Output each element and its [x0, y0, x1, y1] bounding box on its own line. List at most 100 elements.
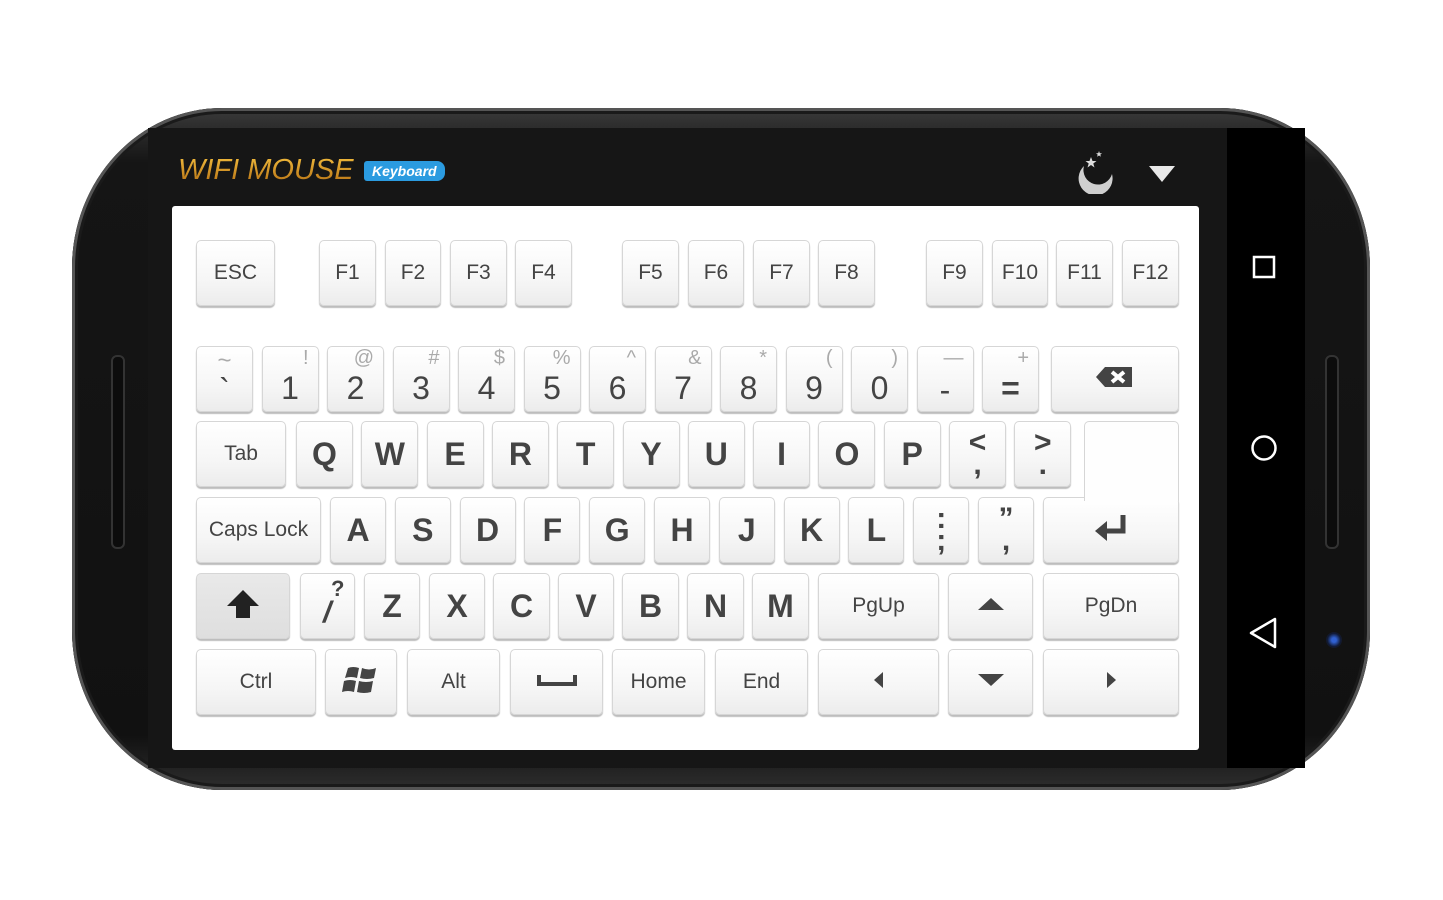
key-number_row-11[interactable]: — - [916, 346, 974, 412]
key-f8[interactable]: F8 [818, 240, 875, 306]
key-backspace[interactable] [1051, 346, 1179, 412]
key-main-label: , [973, 448, 982, 481]
key-f5[interactable]: F5 [622, 240, 679, 306]
key-3[interactable]: #3 [392, 346, 450, 412]
key-j[interactable]: J [718, 497, 775, 563]
key-d[interactable]: D [459, 497, 516, 563]
key-home_row-10[interactable]: :; [913, 497, 970, 563]
key-2[interactable]: @2 [327, 346, 384, 412]
key-a[interactable]: A [330, 497, 386, 563]
key-tab[interactable]: Tab [196, 421, 286, 487]
key-f6[interactable]: F6 [688, 240, 744, 306]
key-arrow-down[interactable] [948, 649, 1033, 715]
enter-icon [1093, 513, 1129, 548]
key-w[interactable]: W [361, 421, 419, 487]
key-main-label: 4 [477, 370, 496, 406]
key-i[interactable]: I [753, 421, 811, 487]
key-main-label: 2 [346, 370, 365, 406]
key-label: M [767, 587, 794, 624]
key-b[interactable]: B [622, 573, 679, 639]
key-s[interactable]: S [394, 497, 451, 563]
key-0[interactable]: ) 0 [851, 346, 908, 412]
dropdown-menu-triangle-icon[interactable] [1148, 164, 1176, 184]
key-label: Alt [441, 670, 466, 693]
key-label: Caps Lock [208, 518, 309, 541]
key-m[interactable]: M [752, 573, 809, 639]
key-g[interactable]: G [589, 497, 646, 563]
key-arrow-right[interactable] [1043, 649, 1179, 715]
key-label: G [604, 511, 630, 548]
key-l[interactable]: L [848, 497, 905, 563]
key-windows[interactable] [325, 649, 397, 715]
key-h[interactable]: H [654, 497, 710, 563]
key-f11[interactable]: F11 [1056, 240, 1113, 306]
key-7[interactable]: & 7 [654, 346, 712, 412]
recent-apps-square-icon[interactable] [1247, 250, 1281, 284]
key-home[interactable]: Home [612, 649, 705, 715]
key-q[interactable]: Q [296, 421, 353, 487]
key-8[interactable]: * 8 [720, 346, 777, 412]
key-6[interactable]: ^ 6 [589, 346, 646, 412]
key-9[interactable]: (9 [785, 346, 843, 412]
key-v[interactable]: V [558, 573, 614, 639]
key-c[interactable]: C [493, 573, 550, 639]
key-z[interactable]: Z [364, 573, 420, 639]
key-y[interactable]: Y [622, 421, 680, 487]
key-n[interactable]: N [687, 573, 744, 639]
key-label: P [901, 435, 923, 472]
key-enter[interactable] [1043, 497, 1179, 563]
key-number_row-12[interactable]: + = [982, 346, 1039, 412]
windows-icon [342, 664, 380, 701]
key-caps-lock[interactable]: Caps Lock [196, 497, 321, 563]
key-e[interactable]: E [426, 421, 484, 487]
key-f[interactable]: F [524, 497, 581, 563]
key-f2[interactable]: F2 [385, 240, 441, 306]
key-home_row-11[interactable]: ”, [978, 497, 1034, 563]
key-shift_row-1[interactable]: /? [300, 573, 355, 639]
key-main-label: 9 [805, 370, 823, 406]
key-f9[interactable]: F9 [926, 240, 983, 306]
key-p[interactable]: P [883, 421, 941, 487]
key-t[interactable]: T [557, 421, 615, 487]
key-arrow-left[interactable] [818, 649, 939, 715]
key-label: D [476, 511, 500, 548]
key-label: F4 [531, 261, 556, 284]
home-circle-icon[interactable] [1247, 431, 1281, 465]
key-ctrl[interactable]: Ctrl [196, 649, 316, 715]
keyboard-badge: Keyboard [364, 161, 445, 181]
key-f3[interactable]: F3 [450, 240, 507, 306]
key-enter-upper[interactable] [1084, 421, 1179, 501]
key-pgup[interactable]: PgUp [818, 573, 939, 639]
key-label: Home [630, 670, 687, 693]
key-f1[interactable]: F1 [319, 240, 376, 306]
key-number_row-0[interactable]: ~ ` [196, 346, 253, 412]
key-label: C [509, 587, 534, 624]
key-o[interactable]: O [818, 421, 876, 487]
key-end[interactable]: End [715, 649, 808, 715]
key-main-label: - [939, 372, 951, 408]
key-main-label: 7 [674, 370, 692, 406]
night-mode-moon-icon[interactable] [1072, 148, 1118, 194]
key-space[interactable] [510, 649, 603, 715]
key-f7[interactable]: F7 [753, 240, 810, 306]
key-u[interactable]: U [687, 421, 745, 487]
back-triangle-icon[interactable] [1247, 616, 1281, 650]
key-arrow-up[interactable] [948, 573, 1033, 639]
key-x[interactable]: X [429, 573, 485, 639]
key-shift-label: ! [302, 347, 309, 369]
key-1[interactable]: ! 1 [261, 346, 319, 412]
key-f12[interactable]: F12 [1122, 240, 1179, 306]
key-esc[interactable]: ESC [196, 240, 275, 306]
key-5[interactable]: % 5 [523, 346, 581, 412]
key-f10[interactable]: F10 [992, 240, 1048, 306]
key-k[interactable]: K [783, 497, 840, 563]
key-alt[interactable]: Alt [407, 649, 500, 715]
key-qwerty_row-12[interactable]: >. [1014, 421, 1072, 487]
key-pgdn[interactable]: PgDn [1043, 573, 1179, 639]
key-f4[interactable]: F4 [515, 240, 572, 306]
key-label: N [703, 587, 728, 624]
key-4[interactable]: $4 [458, 346, 515, 412]
key-qwerty_row-11[interactable]: <, [949, 421, 1006, 487]
key-shift[interactable] [196, 573, 290, 639]
key-r[interactable]: R [491, 421, 549, 487]
